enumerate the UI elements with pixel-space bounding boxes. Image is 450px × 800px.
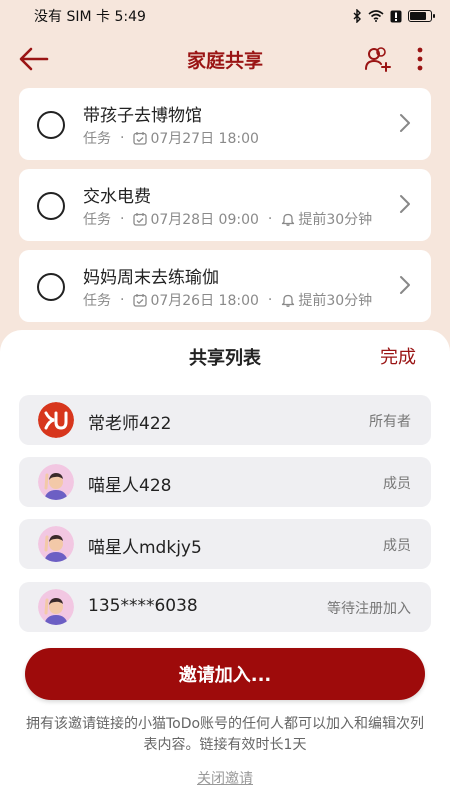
carrier-time: 没有 SIM 卡 5:49 <box>34 9 146 25</box>
task-reminder: 提前30分钟 <box>298 212 373 228</box>
member-name: 常老师422 <box>88 414 172 434</box>
bell-icon <box>282 294 295 307</box>
task-date: 07月26日 18:00 <box>150 293 259 309</box>
task-checkbox[interactable] <box>37 111 65 139</box>
task-meta: 任务 · 07月28日 09:00 · 提前30分钟 <box>83 211 373 228</box>
task-title: 交水电费 <box>83 187 151 207</box>
page-title: 家庭共享 <box>186 49 263 72</box>
member-name: 喵星人428 <box>88 476 172 496</box>
chevron-right-icon <box>400 195 410 213</box>
member-row[interactable]: 常老师422 所有者 <box>19 395 431 445</box>
chevron-right-icon <box>400 114 410 132</box>
task-reminder: 提前30分钟 <box>298 293 373 309</box>
calendar-icon <box>133 213 148 226</box>
invite-button[interactable]: 邀请加入... <box>25 648 425 700</box>
cartoon-avatar <box>38 526 74 562</box>
task-checkbox[interactable] <box>37 273 65 301</box>
cartoon-avatar <box>38 589 74 625</box>
task-item[interactable]: 妈妈周末去练瑜伽 任务 · 07月26日 18:00 · 提前30分钟 <box>19 250 431 322</box>
alert-icon <box>390 10 402 22</box>
member-row[interactable]: 135****6038 等待注册加入 <box>19 582 431 632</box>
task-type: 任务 <box>83 293 111 309</box>
close-invite-link[interactable]: 关闭邀请 <box>0 768 450 788</box>
member-role: 成员 <box>383 538 411 554</box>
member-row[interactable]: 喵星人428 成员 <box>19 457 431 507</box>
task-type: 任务 <box>83 131 111 147</box>
member-role: 成员 <box>383 476 411 492</box>
wifi-icon <box>368 10 384 22</box>
task-title: 带孩子去博物馆 <box>83 106 202 126</box>
task-date: 07月28日 09:00 <box>150 212 259 228</box>
task-title: 妈妈周末去练瑜伽 <box>83 268 219 288</box>
task-meta: 任务 · 07月26日 18:00 · 提前30分钟 <box>83 292 373 309</box>
owner-avatar <box>38 402 74 438</box>
chevron-right-icon <box>400 276 410 294</box>
battery-icon <box>408 10 435 22</box>
member-name: 喵星人mdkjy5 <box>88 538 202 558</box>
more-icon[interactable] <box>410 45 430 73</box>
cartoon-avatar <box>38 464 74 500</box>
add-member-icon[interactable] <box>364 45 392 73</box>
invite-note: 拥有该邀请链接的小猫ToDo账号的任何人都可以加入和编辑次列表内容。链接有效时长… <box>25 716 425 753</box>
task-item[interactable]: 交水电费 任务 · 07月28日 09:00 · 提前30分钟 <box>19 169 431 241</box>
task-date: 07月27日 18:00 <box>150 131 259 147</box>
bell-icon <box>282 213 295 226</box>
back-arrow-icon[interactable] <box>18 45 50 73</box>
calendar-icon <box>133 294 148 307</box>
status-icons <box>352 9 435 23</box>
done-button[interactable]: 完成 <box>380 343 416 369</box>
bluetooth-icon <box>353 9 361 23</box>
member-row[interactable]: 喵星人mdkjy5 成员 <box>19 519 431 569</box>
member-name: 135****6038 <box>88 596 198 616</box>
status-bar: 没有 SIM 卡 5:49 <box>0 0 450 32</box>
task-checkbox[interactable] <box>37 192 65 220</box>
calendar-icon <box>133 132 148 145</box>
member-role: 等待注册加入 <box>327 601 411 617</box>
task-item[interactable]: 带孩子去博物馆 任务 · 07月27日 18:00 <box>19 88 431 160</box>
task-type: 任务 <box>83 212 111 228</box>
nav-bar: 家庭共享 <box>0 36 450 82</box>
task-meta: 任务 · 07月27日 18:00 <box>83 130 259 147</box>
member-role: 所有者 <box>369 414 411 430</box>
